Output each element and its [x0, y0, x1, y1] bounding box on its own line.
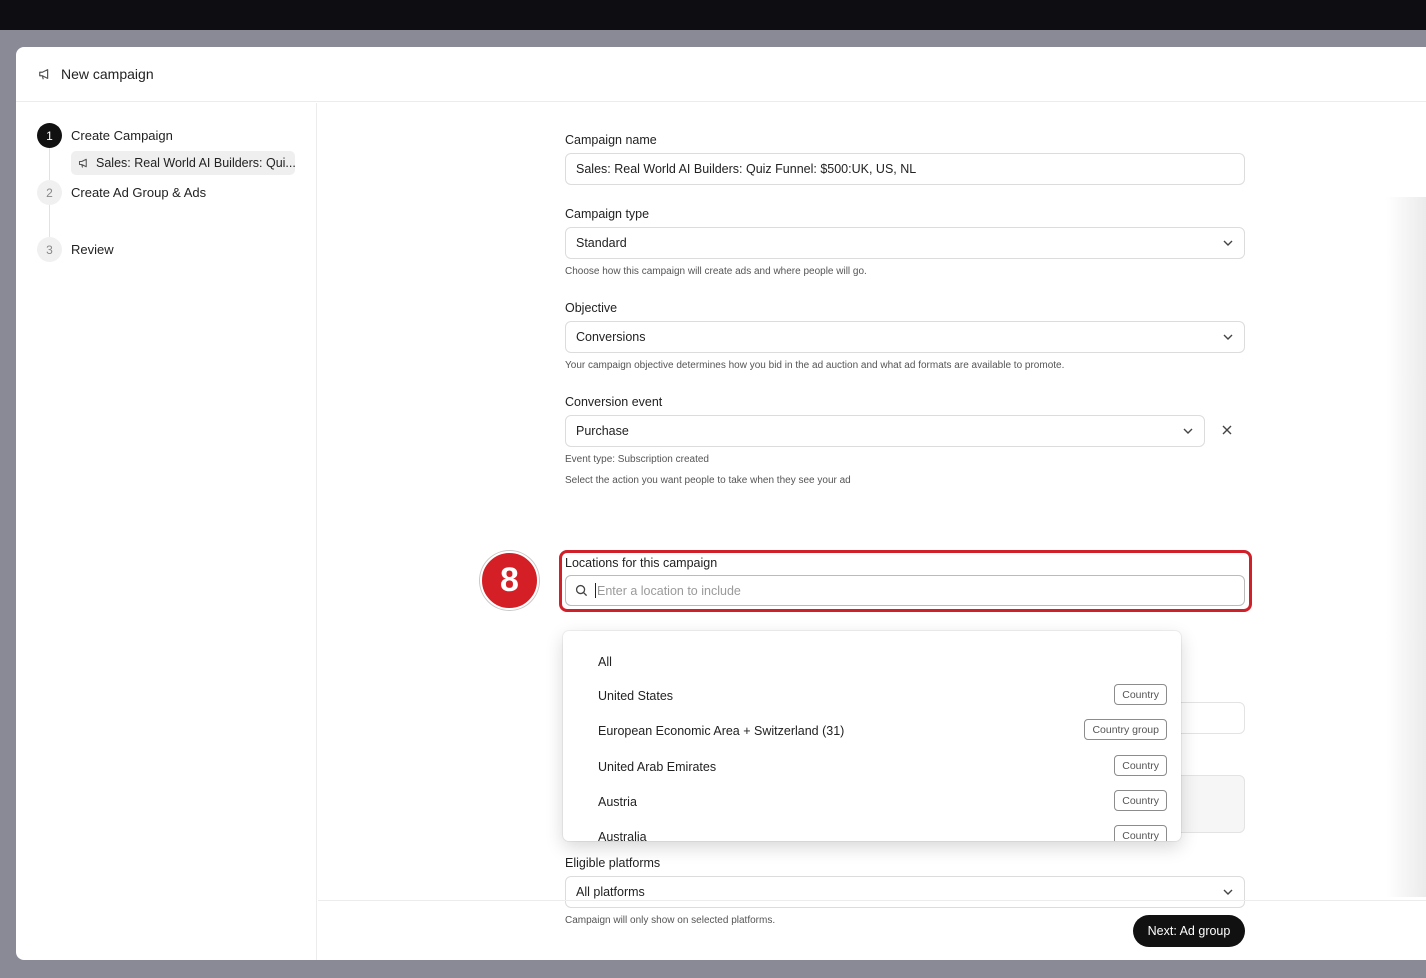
option-type-tag: Country [1114, 825, 1167, 841]
campaign-type-select[interactable]: Standard [565, 227, 1245, 259]
substep-campaign[interactable]: Sales: Real World AI Builders: Qui... [71, 151, 295, 175]
modal-header: New campaign [16, 47, 1426, 102]
campaign-name-label: Campaign name [565, 133, 657, 147]
clear-conversion-button[interactable] [1221, 423, 1233, 440]
megaphone-icon [38, 66, 54, 82]
option-label: Austria [598, 794, 637, 809]
step-label: Review [71, 242, 114, 257]
step-number: 1 [37, 123, 62, 148]
location-search-input[interactable]: Enter a location to include [565, 575, 1245, 606]
modal-footer: Next: Ad group [318, 900, 1426, 960]
location-option[interactable]: Australia Country [563, 819, 1181, 841]
location-option[interactable]: European Economic Area + Switzerland (31… [563, 713, 1181, 748]
locations-label: Locations for this campaign [565, 556, 718, 570]
step-create-ad-group[interactable]: 2 Create Ad Group & Ads [37, 180, 206, 205]
campaign-type-label: Campaign type [565, 207, 650, 221]
step-number: 3 [37, 237, 62, 262]
step-label: Create Campaign [71, 128, 173, 143]
step-number: 2 [37, 180, 62, 205]
megaphone-icon [78, 157, 90, 169]
modal-title: New campaign [61, 66, 154, 82]
conversion-event-select[interactable]: Purchase [565, 415, 1205, 447]
location-dropdown: All United States Country European Econo… [563, 631, 1181, 841]
platforms-value: All platforms [576, 885, 645, 899]
chevron-down-icon [1222, 237, 1234, 252]
close-icon [1222, 425, 1232, 435]
steps-sidebar: 1 Create Campaign Sales: Real World AI B… [16, 103, 317, 960]
option-label: United States [598, 688, 674, 703]
conversion-event-field: Conversion event Purchase Event type: Su… [565, 395, 1232, 486]
location-option[interactable]: Austria Country [563, 784, 1181, 819]
campaign-name-input[interactable]: Sales: Real World AI Builders: Quiz Funn… [565, 153, 1245, 185]
option-label: All [598, 654, 612, 669]
chevron-down-icon [1182, 425, 1194, 440]
option-type-tag: Country group [1084, 719, 1167, 740]
substep-label: Sales: Real World AI Builders: Qui... [96, 156, 295, 170]
campaign-type-help: Choose how this campaign will create ads… [565, 266, 867, 277]
edge-shadow [1386, 197, 1426, 897]
option-type-tag: Country [1114, 755, 1167, 776]
chevron-down-icon [1222, 331, 1234, 346]
step-create-campaign[interactable]: 1 Create Campaign [37, 123, 173, 148]
step-badge: 8 [480, 551, 539, 610]
objective-label: Objective [565, 301, 618, 315]
location-option[interactable]: United States Country [563, 678, 1181, 713]
objective-select[interactable]: Conversions [565, 321, 1245, 353]
objective-help: Your campaign objective determines how y… [565, 360, 1065, 371]
conversion-event-value: Purchase [576, 424, 629, 438]
campaign-type-value: Standard [576, 236, 627, 250]
campaign-form: Campaign name Sales: Real World AI Build… [318, 103, 1426, 960]
option-type-tag: Country [1114, 684, 1167, 705]
option-label: Australia [598, 829, 647, 842]
location-placeholder: Enter a location to include [597, 583, 741, 598]
chevron-down-icon [1222, 886, 1234, 901]
text-caret [595, 583, 596, 598]
event-type-help: Event type: Subscription created [565, 454, 709, 465]
option-type-tag: Country [1114, 790, 1167, 811]
locations-field: Locations for this campaign Enter a loca… [565, 556, 1245, 606]
location-option[interactable]: All [563, 644, 1181, 679]
objective-field: Objective Conversions Your campaign obje… [565, 301, 1245, 372]
option-label: European Economic Area + Switzerland (31… [598, 723, 845, 738]
campaign-name-field: Campaign name Sales: Real World AI Build… [565, 133, 1245, 185]
conversion-event-help: Select the action you want people to tak… [565, 475, 851, 486]
campaign-type-field: Campaign type Standard Choose how this c… [565, 207, 1245, 278]
platforms-label: Eligible platforms [565, 856, 661, 870]
conversion-event-label: Conversion event [565, 395, 663, 409]
next-ad-group-button[interactable]: Next: Ad group [1133, 915, 1245, 947]
step-label: Create Ad Group & Ads [71, 185, 207, 200]
option-label: United Arab Emirates [598, 759, 717, 774]
location-option[interactable]: United Arab Emirates Country [563, 749, 1181, 784]
objective-value: Conversions [576, 330, 646, 344]
search-icon [575, 584, 588, 597]
new-campaign-modal: New campaign 1 Create Campaign Sales: Re… [16, 47, 1426, 960]
step-review[interactable]: 3 Review [37, 237, 114, 262]
